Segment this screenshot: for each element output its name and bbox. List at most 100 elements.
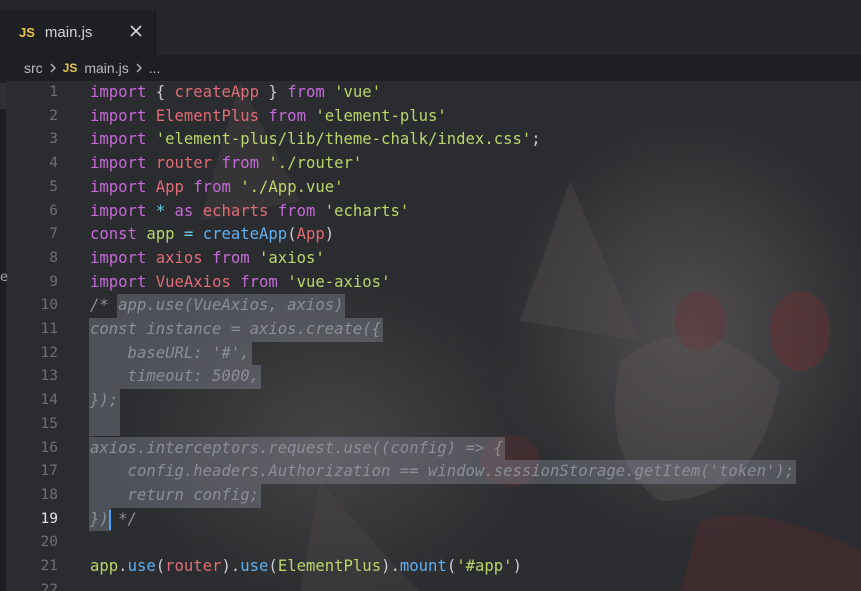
js-file-icon: JS [19,25,35,40]
code-editor[interactable]: e 1 import { createApp } from 'vue' 2 impor… [0,81,861,591]
code-token: './App.vue' [240,177,344,196]
code-text: /* app.use(VueAxios, axios) [90,294,343,318]
code-token: 'element-plus' [315,106,447,125]
line-number: 3 [49,131,58,148]
code-text: }) */ [90,508,137,532]
js-file-icon: JS [62,61,78,75]
code-token: import [90,106,147,125]
line-number: 13 [40,368,58,385]
code-token: ( [287,225,297,244]
code-token: import [90,248,147,267]
close-icon[interactable] [129,24,143,38]
code-token: from [277,201,316,220]
code-token: import [90,272,147,291]
code-line[interactable]: 2 import ElementPlus from 'element-plus' [0,105,861,129]
code-line[interactable]: 8 import axios from 'axios' [0,247,861,271]
code-token: from [287,83,325,101]
line-number: 7 [49,226,58,243]
line-number: 9 [49,273,58,290]
code-token: createApp [174,83,260,101]
code-line[interactable]: 1 import { createApp } from 'vue' [0,81,861,105]
chevron-right-icon [136,63,142,73]
line-number: 12 [40,344,58,361]
code-line[interactable]: 13 timeout: 5000, [0,365,861,390]
code-line[interactable]: 11 const instance = axios.create({ [0,318,861,342]
code-line[interactable]: 16 axios.interceptors.request.use((config… [0,436,861,461]
code-line[interactable]: 20 [0,531,861,555]
code-token: return config; [90,485,259,504]
code-token: App [296,225,325,244]
line-number: 15 [40,415,58,432]
breadcrumb-symbols[interactable]: ... [149,60,161,76]
code-token: echarts [202,201,269,220]
code-text: baseURL: '#', [90,342,250,366]
code-token: from [193,177,231,196]
code-line[interactable]: 21 app.use(router).use(ElementPlus).mount… [0,555,861,579]
line-number: 8 [49,249,58,266]
code-line[interactable]: 5 import App from './App.vue' [0,176,861,200]
code-token: 'echarts' [324,201,410,220]
code-text: }); [90,389,118,413]
code-token: axios.interceptors.request.use((config) … [90,438,504,457]
code-text: import VueAxios from 'vue-axios' [90,271,390,295]
code-line[interactable]: 7 const app = createApp(App) [0,223,861,247]
code-token: ElementPlus [277,557,382,575]
breadcrumb-file[interactable]: main.js [84,60,128,76]
line-number: 6 [49,202,58,219]
code-text: import router from './router' [90,152,362,176]
tab-main-js[interactable]: JS main.js [0,10,156,55]
code-token: ) [512,557,522,575]
code-line[interactable]: 3 import 'element-plus/lib/theme-chalk/in… [0,128,861,152]
breadcrumb-src[interactable]: src [24,60,43,76]
code-token: from [240,272,278,291]
code-line[interactable]: 19}) */ [0,507,861,532]
tab-label: main.js [44,24,93,41]
code-line[interactable]: 22 [0,579,861,591]
code-token: VueAxios [155,272,231,291]
code-text: const app = createApp(App) [90,223,334,247]
code-line[interactable]: 15 [0,412,861,437]
code-line[interactable]: 10 /* app.use(VueAxios, axios) [0,294,861,318]
code-token: router [165,557,222,575]
code-token: /* app.use(VueAxios, axios) [90,296,344,315]
code-line[interactable]: 18 return config; [0,483,861,508]
code-token: }) [90,509,109,528]
code-token: import [90,83,147,101]
selection-highlight [89,412,121,437]
code-token: 'vue' [334,83,382,101]
code-line[interactable]: 9 import VueAxios from 'vue-axios' [0,271,861,295]
code-token: = [183,225,194,244]
code-token: }); [90,391,119,410]
code-token: config.headers.Authorization == window.s… [90,462,795,481]
code-line[interactable]: 17 config.headers.Authorization == windo… [0,460,861,484]
line-number: 14 [40,392,58,409]
code-token: ; [531,130,541,149]
code-line[interactable]: 12 baseURL: '#', [0,341,861,366]
code-token: use [127,557,156,575]
line-number: 1 [49,84,58,100]
code-line[interactable]: 6 import * as echarts from 'echarts' [0,200,861,224]
line-number: 18 [40,486,58,503]
code-token: ). [381,557,400,575]
code-line[interactable]: 14}); [0,389,861,413]
line-number: 17 [40,463,58,480]
code-text: import 'element-plus/lib/theme-chalk/ind… [90,128,541,152]
code-token: const [90,225,137,244]
code-text: import axios from 'axios' [90,247,325,271]
code-line[interactable]: 4 import router from './router' [0,152,861,176]
code-token: ( [268,557,278,575]
code-token: 'vue-axios' [287,272,391,291]
code-token: * [155,201,166,220]
vscode-window: JS main.js src JS main.js ... e 1 import… [0,0,861,591]
code-token: app [146,225,175,244]
